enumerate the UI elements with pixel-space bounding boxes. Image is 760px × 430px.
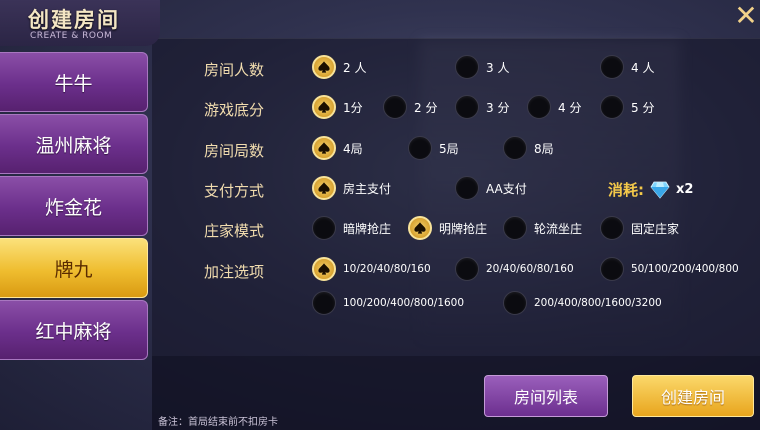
option-label: 3 人 xyxy=(486,60,510,75)
option-label: 房主支付 xyxy=(343,181,392,196)
spade-icon xyxy=(312,176,336,200)
payment-label: 支付方式 xyxy=(204,182,265,200)
rounds-option-8[interactable]: 8局 xyxy=(503,136,554,160)
base-score-option-3[interactable]: 3 分 xyxy=(455,95,509,119)
page-title: 创建房间 xyxy=(28,8,120,32)
players-label: 房间人数 xyxy=(204,61,265,79)
spade-icon xyxy=(312,95,336,119)
radio-icon xyxy=(600,55,624,79)
cost-value: x2 xyxy=(676,182,694,197)
radio-icon xyxy=(408,136,432,160)
dealer-option-fixed[interactable]: 固定庄家 xyxy=(600,216,679,240)
spade-icon xyxy=(312,55,336,79)
players-option-4[interactable]: 4 人 xyxy=(600,55,654,79)
rounds-option-5[interactable]: 5局 xyxy=(408,136,459,160)
spade-icon xyxy=(312,136,336,160)
sidebar-item-label: 炸金花 xyxy=(44,196,102,219)
dealer-label: 庄家模式 xyxy=(204,222,265,240)
option-label: AA支付 xyxy=(486,181,527,196)
game-sidebar: 牛牛 温州麻将 炸金花 牌九 红中麻将 xyxy=(0,48,150,430)
option-label: 3 分 xyxy=(486,100,510,115)
base-score-label: 游戏底分 xyxy=(204,101,265,119)
dealer-option-rotate[interactable]: 轮流坐庄 xyxy=(503,216,582,240)
option-label: 4 人 xyxy=(631,60,655,75)
radio-icon xyxy=(455,257,479,281)
option-label: 暗牌抢庄 xyxy=(343,221,392,236)
option-label: 20/40/60/80/160 xyxy=(486,263,574,275)
diamond-icon xyxy=(650,181,670,199)
bets-option-3[interactable]: 50/100/200/400/800 xyxy=(600,257,739,281)
radio-icon xyxy=(600,257,624,281)
option-label: 5局 xyxy=(439,141,459,156)
option-label: 200/400/800/1600/3200 xyxy=(534,297,662,309)
footer-note: 备注：首局结束前不扣房卡 xyxy=(158,417,278,428)
bets-option-1[interactable]: 10/20/40/80/160 xyxy=(312,257,431,281)
spade-icon xyxy=(408,216,432,240)
radio-icon xyxy=(503,291,527,315)
radio-icon xyxy=(455,95,479,119)
option-label: 100/200/400/800/1600 xyxy=(343,297,465,309)
players-option-3[interactable]: 3 人 xyxy=(455,55,509,79)
option-label: 明牌抢庄 xyxy=(439,221,488,236)
radio-icon xyxy=(503,216,527,240)
cost-label: 消耗: xyxy=(608,181,644,199)
bets-option-5[interactable]: 200/400/800/1600/3200 xyxy=(503,291,662,315)
sidebar-item-paijiu[interactable]: 牌九 xyxy=(0,238,148,298)
radio-icon xyxy=(455,55,479,79)
option-label: 4 分 xyxy=(558,100,582,115)
base-score-option-5[interactable]: 5 分 xyxy=(600,95,654,119)
rounds-option-4[interactable]: 4局 xyxy=(312,136,363,160)
page-subtitle: CREATE & ROOM xyxy=(30,31,113,41)
option-label: 2 人 xyxy=(343,60,367,75)
sidebar-item-zhajinhua[interactable]: 炸金花 xyxy=(0,176,148,236)
spade-icon xyxy=(312,257,336,281)
sidebar-item-hongzhong-mahjong[interactable]: 红中麻将 xyxy=(0,300,148,360)
cost-display: 消耗: x2 xyxy=(608,179,693,200)
close-icon[interactable]: ✕ xyxy=(734,2,758,30)
radio-icon xyxy=(455,176,479,200)
radio-icon xyxy=(312,291,336,315)
room-list-button[interactable]: 房间列表 xyxy=(484,375,608,417)
option-label: 8局 xyxy=(534,141,554,156)
payment-option-aa[interactable]: AA支付 xyxy=(455,176,527,200)
sidebar-item-niuniu[interactable]: 牛牛 xyxy=(0,52,148,112)
bets-option-4[interactable]: 100/200/400/800/1600 xyxy=(312,291,464,315)
option-label: 4局 xyxy=(343,141,363,156)
radio-icon xyxy=(312,216,336,240)
radio-icon xyxy=(383,95,407,119)
radio-icon xyxy=(527,95,551,119)
payment-option-owner[interactable]: 房主支付 xyxy=(312,176,391,200)
base-score-option-1[interactable]: 1分 xyxy=(312,95,363,119)
radio-icon xyxy=(503,136,527,160)
bets-label: 加注选项 xyxy=(204,263,265,281)
create-room-button[interactable]: 创建房间 xyxy=(632,375,754,417)
option-label: 10/20/40/80/160 xyxy=(343,263,431,275)
bets-option-2[interactable]: 20/40/60/80/160 xyxy=(455,257,574,281)
sidebar-item-label: 牌九 xyxy=(54,258,93,281)
option-label: 固定庄家 xyxy=(631,221,680,236)
dealer-option-hidden-grab[interactable]: 暗牌抢庄 xyxy=(312,216,391,240)
option-label: 轮流坐庄 xyxy=(534,221,583,236)
base-score-option-2[interactable]: 2 分 xyxy=(383,95,437,119)
option-label: 5 分 xyxy=(631,100,655,115)
option-label: 50/100/200/400/800 xyxy=(631,263,739,275)
sidebar-item-wenzhou-mahjong[interactable]: 温州麻将 xyxy=(0,114,148,174)
title-banner: 创建房间 CREATE & ROOM xyxy=(0,0,160,46)
option-label: 1分 xyxy=(343,100,363,115)
radio-icon xyxy=(600,95,624,119)
players-option-2[interactable]: 2 人 xyxy=(312,55,366,79)
radio-icon xyxy=(600,216,624,240)
option-label: 2 分 xyxy=(414,100,438,115)
dealer-option-open-grab[interactable]: 明牌抢庄 xyxy=(408,216,487,240)
sidebar-item-label: 红中麻将 xyxy=(35,320,112,343)
sidebar-item-label: 牛牛 xyxy=(54,72,93,95)
base-score-option-4[interactable]: 4 分 xyxy=(527,95,581,119)
rounds-label: 房间局数 xyxy=(204,142,265,160)
sidebar-item-label: 温州麻将 xyxy=(35,134,112,157)
